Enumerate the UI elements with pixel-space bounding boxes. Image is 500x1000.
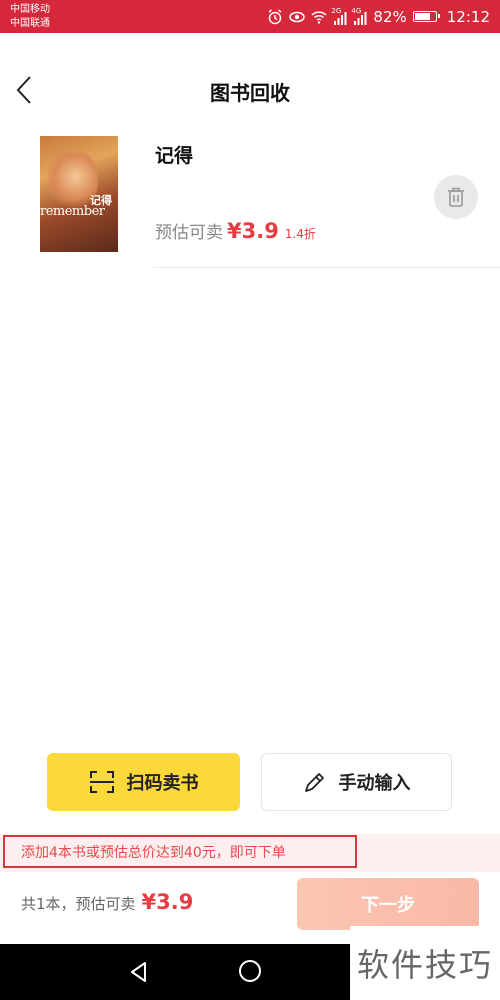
summary-price: ¥3.9 [141,890,194,914]
manual-input-button[interactable]: 手动输入 [261,753,452,811]
signal-2: 4G [351,6,367,25]
network-type-2: 4G [351,6,362,15]
manual-input-label: 手动输入 [338,773,411,794]
book-title: 记得 [155,145,194,167]
discount-label: 1.4折 [284,227,316,241]
pencil-icon [304,773,324,792]
status-bar: 中国移动 中国联通 2G 4G 82% 12:12 [0,0,500,33]
scan-sell-label: 扫码卖书 [126,773,199,794]
status-icons: 2G 4G 82% 12:12 [267,0,490,33]
wifi-icon [311,10,327,24]
clock: 12:12 [446,7,490,26]
divider [153,267,500,268]
book-price: ¥3.9 [227,219,279,243]
nav-back-icon[interactable] [128,961,150,983]
book-item: 记得 remember 记得 预估可卖 ¥3.9 1.4折 [0,133,500,268]
price-row: 预估可卖 ¥3.9 1.4折 [155,218,316,243]
carrier-1: 中国移动 [10,4,50,15]
page-title: 图书回收 [210,81,290,105]
carrier-info: 中国移动 中国联通 [10,3,50,31]
battery-percent: 82% [373,7,407,26]
nav-home-icon[interactable] [239,960,261,982]
delete-button[interactable] [434,175,478,219]
watermark: 软件技巧 [350,926,500,1000]
network-type-1: 2G [331,6,342,15]
book-cover[interactable]: 记得 remember [40,136,118,252]
summary: 共1本，预估可卖 ¥3.9 [21,890,193,914]
scan-sell-button[interactable]: 扫码卖书 [47,753,240,811]
battery-icon [412,11,440,22]
price-label: 预估可卖 [155,223,223,243]
eye-icon [289,11,306,22]
signal-1: 2G [331,6,347,25]
cover-text: remember [40,204,105,219]
alarm-icon [268,8,282,24]
header: 图书回收 [0,33,500,133]
carrier-2: 中国联通 [10,18,50,29]
next-step-button[interactable]: 下一步 [297,878,479,930]
summary-label: 共1本，预估可卖 [21,895,136,913]
order-notice: 添加4本书或预估总价达到40元，即可下单 [3,835,357,868]
trash-icon [448,187,464,207]
scan-icon [89,771,114,793]
battery-fill [414,13,431,20]
